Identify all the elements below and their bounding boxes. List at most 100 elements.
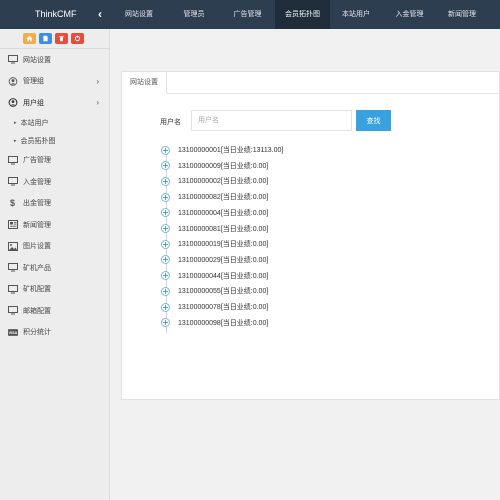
topnav-item-admins[interactable]: 管理员 <box>168 0 220 29</box>
expand-plus-icon[interactable] <box>161 224 170 233</box>
image-icon <box>7 241 18 251</box>
tree-node[interactable]: 13100000044[当日业绩:0.00] <box>161 270 268 282</box>
sidebar-subitem-site-users[interactable]: ▸ 本站用户 <box>0 114 109 132</box>
expand-plus-icon[interactable] <box>161 239 170 249</box>
tree-node[interactable]: 13100000081[当日业绩:0.00] <box>161 223 268 235</box>
monitor-icon <box>7 155 18 165</box>
search-button[interactable]: 查找 <box>356 110 391 131</box>
sidebar-item-label: 入金管理 <box>23 178 51 186</box>
sidebar-subitem-label: 会员拓扑图 <box>20 137 56 145</box>
username-search-input[interactable] <box>191 110 352 131</box>
file-icon <box>43 35 48 42</box>
sidebar-item-news[interactable]: 新闻管理 <box>0 214 109 236</box>
tree-node-label: 13100000078[当日业绩:0.00] <box>178 304 269 311</box>
tree-node-label: 13100000055[当日业绩:0.00] <box>178 288 269 296</box>
refresh-icon <box>74 35 81 42</box>
tab-site-settings[interactable]: 网站设置 <box>122 72 167 94</box>
expand-plus-icon[interactable] <box>161 255 170 265</box>
trash-icon <box>59 36 64 42</box>
tree-node-label: 13100000009[当日业绩:0.00] <box>178 162 269 170</box>
tree-node[interactable]: 13100000082[当日业绩:0.00] <box>161 191 268 203</box>
tree-node-label: 13100000019[当日业绩:0.00] <box>178 241 269 249</box>
tree-node[interactable]: 13100000029[当日业绩:0.00] <box>161 254 268 266</box>
dollar-icon: $ <box>9 198 15 209</box>
sidebar-item-site-settings[interactable]: 网站设置 <box>0 49 109 71</box>
expand-plus-icon[interactable] <box>161 145 170 155</box>
expand-plus-icon[interactable] <box>161 208 170 218</box>
sidebar: 网站设置 管理组 › 用户组 › ▸ 本站用户 ▸ 会员拓扑图 广告管理 入金管… <box>0 29 110 500</box>
sidebar-item-label: 图片设置 <box>23 243 51 251</box>
chevron-right-icon: › <box>96 98 99 107</box>
file-shortcut-button[interactable] <box>39 33 52 44</box>
expand-plus-icon[interactable] <box>161 318 170 328</box>
topnav-item-deposits[interactable]: 入金管理 <box>382 0 437 29</box>
expand-plus-icon[interactable] <box>161 271 170 281</box>
content-header <box>111 29 500 71</box>
tree-node[interactable]: 13100000004[当日业绩:0.00] <box>161 207 268 219</box>
sidebar-item-images[interactable]: 图片设置 <box>0 236 109 258</box>
username-label: 用户名 <box>160 119 181 126</box>
expand-plus-icon[interactable] <box>161 192 170 202</box>
newspaper-icon <box>7 220 18 230</box>
sidebar-item-miner-products[interactable]: 矿机产品 <box>0 257 109 279</box>
user-circle-icon <box>7 76 18 86</box>
sidebar-item-mail-config[interactable]: 邮箱配置 <box>0 300 109 322</box>
tree-node-label: 13100000029[当日业绩:0.00] <box>178 256 269 264</box>
sidebar-item-deposits[interactable]: 入金管理 <box>0 171 109 193</box>
sidebar-item-label: 网站设置 <box>23 56 51 64</box>
tree-node[interactable]: 13100000078[当日业绩:0.00] <box>161 301 268 313</box>
collapse-sidebar-icon[interactable]: ‹ <box>94 7 106 21</box>
tree-node[interactable]: 13100000001[当日业绩:13113.00] <box>161 144 283 156</box>
sidebar-item-label: 矿机产品 <box>23 264 51 272</box>
tree-node-label: 13100000082[当日业绩:0.00] <box>178 194 269 202</box>
sidebar-item-miner-config[interactable]: 矿机配置 <box>0 279 109 301</box>
tree-node[interactable]: 13100000098[当日业绩:0.00] <box>161 317 268 329</box>
top-navbar: ThinkCMF ‹ 网站设置 管理员 广告管理 会员拓扑图 本站用户 入金管理… <box>0 0 500 29</box>
tree-node-label: 13100000002[当日业绩:0.00] <box>178 178 269 186</box>
sidebar-item-ads[interactable]: 广告管理 <box>0 150 109 172</box>
chevron-right-icon: › <box>96 76 99 86</box>
trash-shortcut-button[interactable] <box>55 33 68 44</box>
shortcut-bar <box>0 29 109 48</box>
sidebar-item-withdrawals[interactable]: $ 出金管理 <box>0 193 109 215</box>
topnav-item-ads[interactable]: 广告管理 <box>220 0 275 29</box>
tree-node-label: 13100000098[当日业绩:0.00] <box>178 319 269 327</box>
top-nav: 网站设置 管理员 广告管理 会员拓扑图 本站用户 入金管理 新闻管理 <box>110 0 487 29</box>
sidebar-item-label: 广告管理 <box>23 157 51 165</box>
visa-icon: VISA <box>7 328 18 337</box>
monitor-icon <box>7 263 18 272</box>
tree-node[interactable]: 13100000009[当日业绩:0.00] <box>161 160 268 172</box>
caret-icon: ▸ <box>14 137 17 144</box>
sidebar-subitem-member-topology[interactable]: ▸ 会员拓扑图 <box>0 132 109 150</box>
sidebar-subitem-label: 本站用户 <box>20 119 49 127</box>
sidebar-item-label: 出金管理 <box>23 200 51 208</box>
sidebar-item-label: 新闻管理 <box>23 221 51 229</box>
tree-node[interactable]: 13100000055[当日业绩:0.00] <box>161 285 268 297</box>
refresh-shortcut-button[interactable] <box>71 33 84 44</box>
sidebar-item-label: 积分统计 <box>23 329 51 337</box>
topnav-item-news[interactable]: 新闻管理 <box>437 0 487 29</box>
expand-plus-icon[interactable] <box>161 161 170 171</box>
topnav-item-site-settings[interactable]: 网站设置 <box>110 0 168 29</box>
home-icon <box>26 35 33 42</box>
topnav-item-site-users[interactable]: 本站用户 <box>330 0 382 29</box>
sidebar-item-label: 矿机配置 <box>23 286 51 294</box>
sidebar-item-points-stats[interactable]: VISA 积分统计 <box>0 322 109 344</box>
tree-node-label: 13100000004[当日业绩:0.00] <box>178 209 269 217</box>
expand-plus-icon[interactable] <box>161 176 170 186</box>
sidebar-item-label: 邮箱配置 <box>23 307 51 315</box>
tree-node-label: 13100000001[当日业绩:13113.00] <box>178 147 284 154</box>
sidebar-item-label: 用户组 <box>23 99 44 107</box>
tree-node-label: 13100000044[当日业绩:0.00] <box>178 272 269 280</box>
user-icon <box>7 98 18 108</box>
tree-node[interactable]: 13100000002[当日业绩:0.00] <box>161 175 268 187</box>
topnav-item-member-topology[interactable]: 会员拓扑图 <box>275 0 330 29</box>
tree-node[interactable]: 13100000019[当日业绩:0.00] <box>161 238 268 250</box>
home-shortcut-button[interactable] <box>23 33 36 44</box>
sidebar-item-admin-group[interactable]: 管理组 › <box>0 71 109 93</box>
sidebar-item-user-group[interactable]: 用户组 › <box>0 92 109 114</box>
sidebar-item-label: 管理组 <box>23 78 44 86</box>
expand-plus-icon[interactable] <box>161 286 170 296</box>
tree-node-label: 13100000081[当日业绩:0.00] <box>178 225 269 233</box>
expand-plus-icon[interactable] <box>161 302 170 312</box>
